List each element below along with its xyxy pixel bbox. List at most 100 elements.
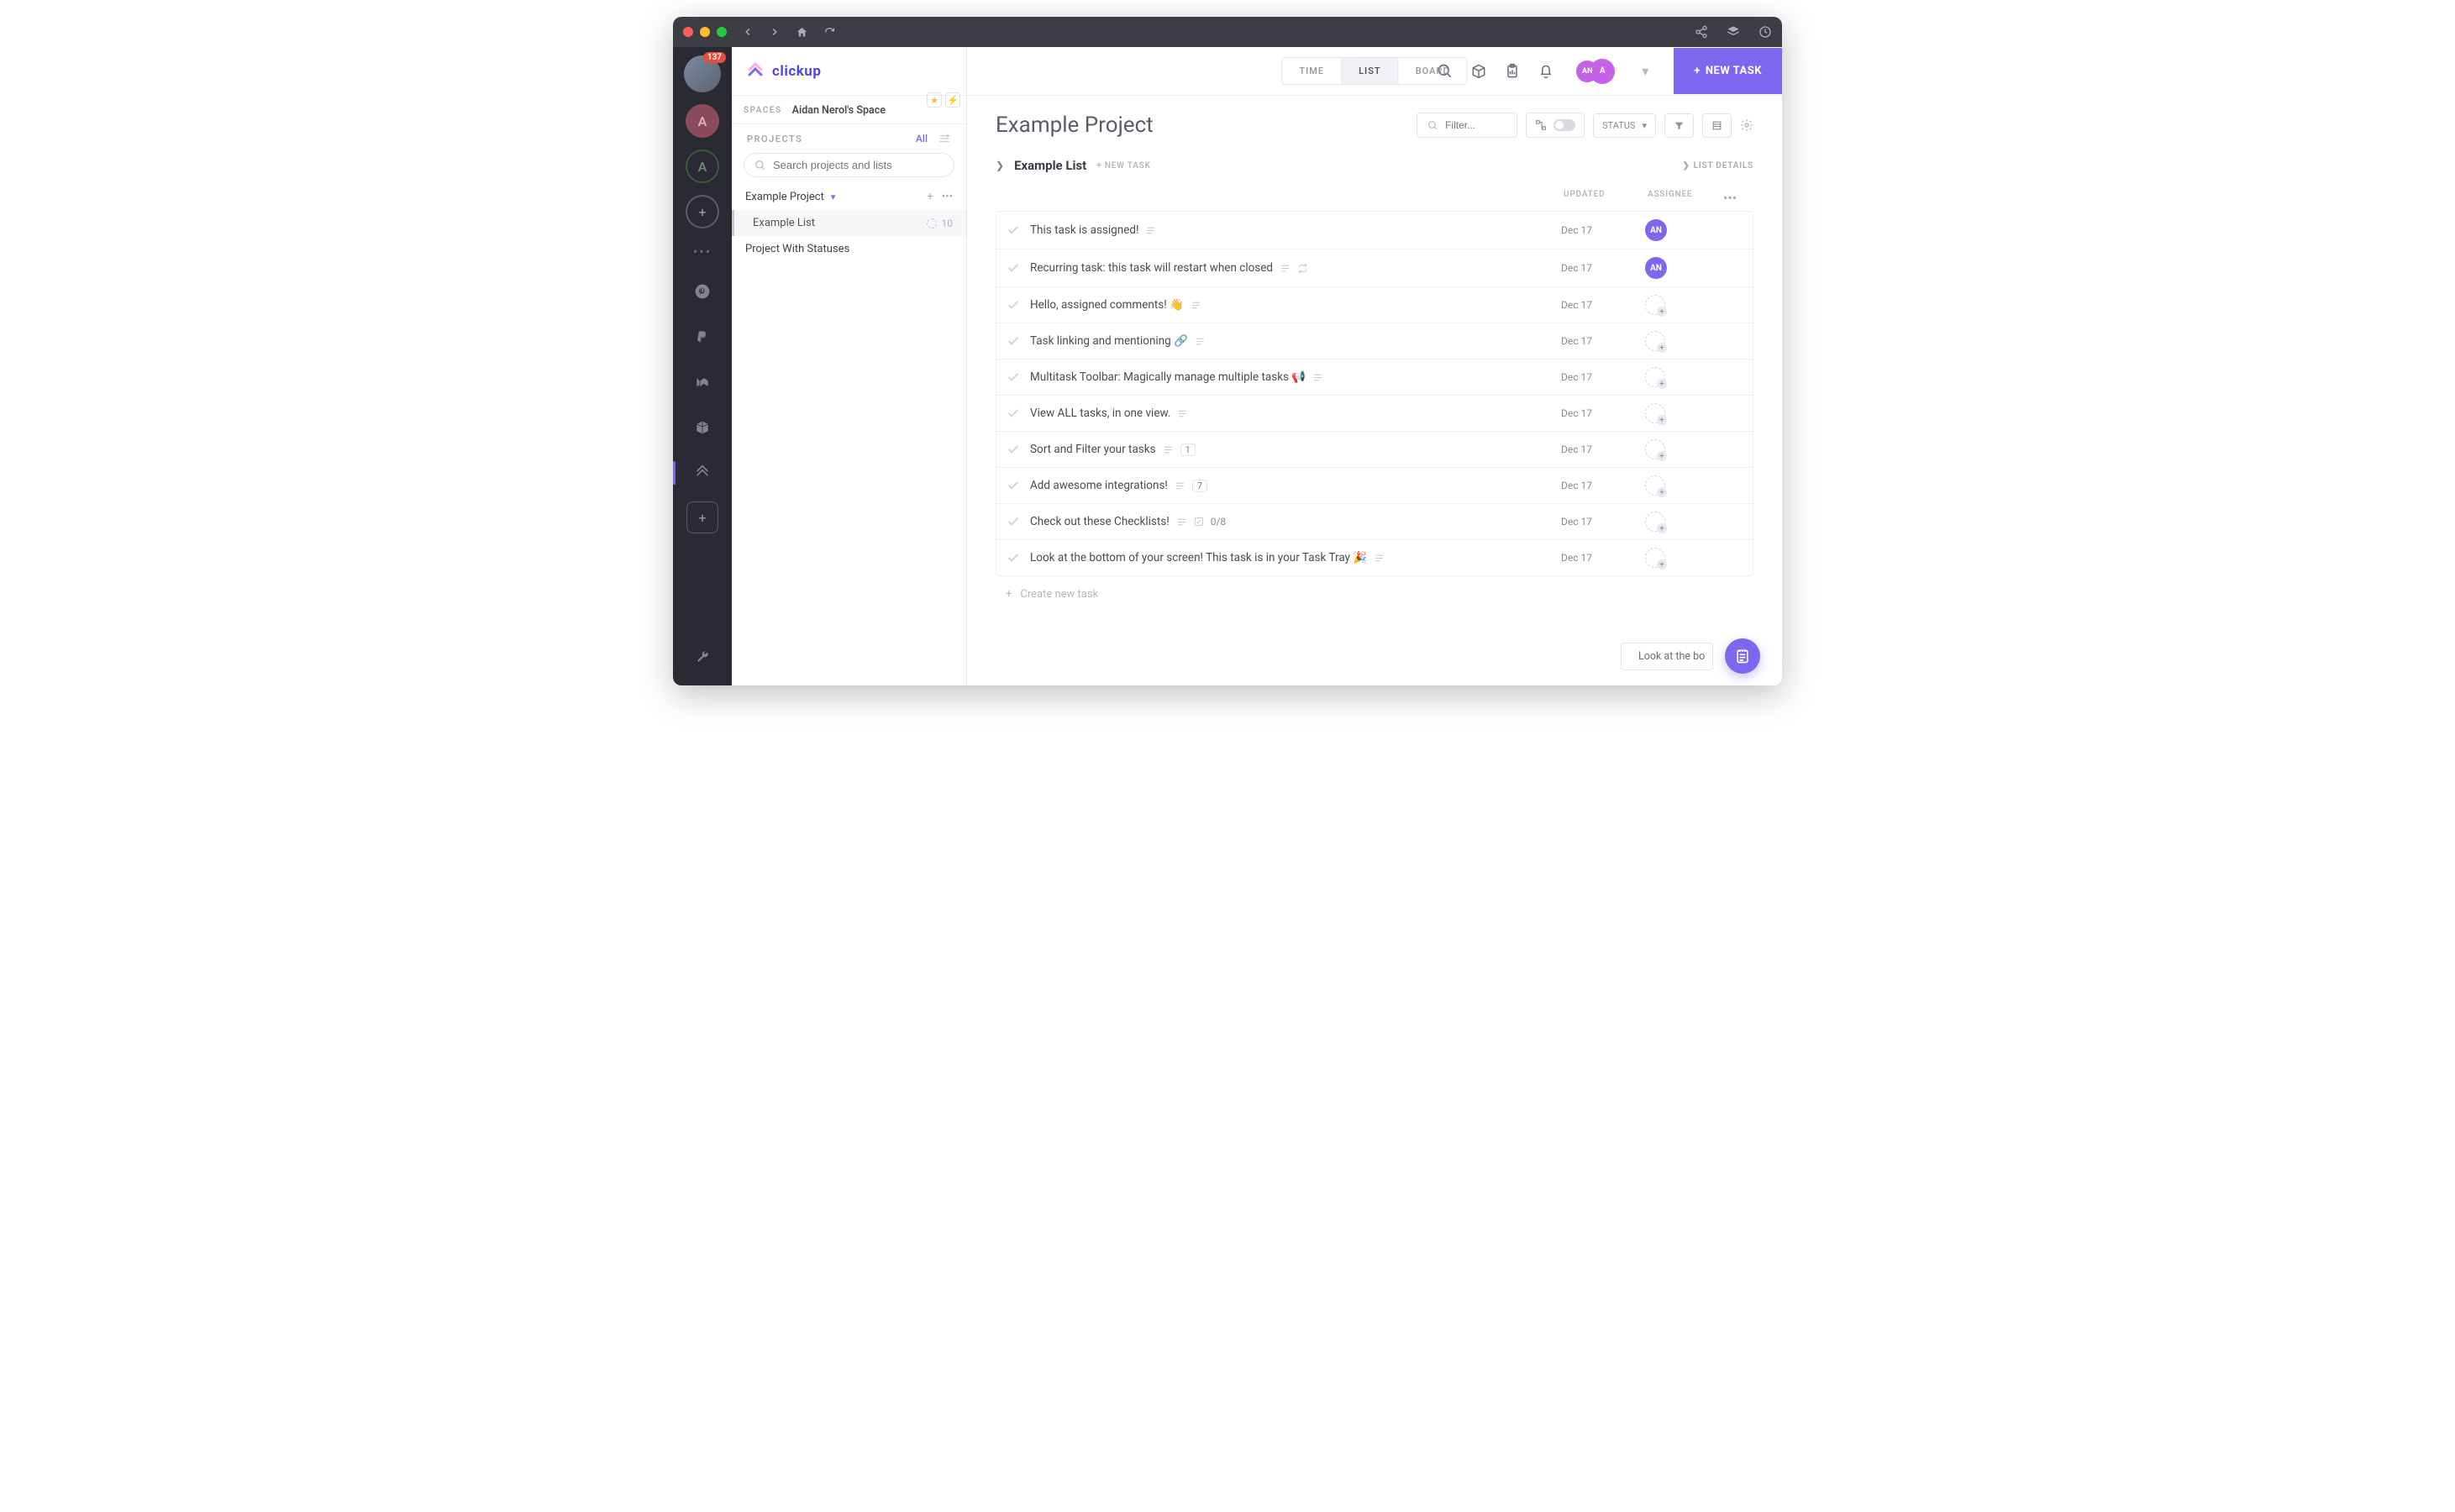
col-updated[interactable]: UPDATED — [1564, 190, 1648, 206]
new-task-inline[interactable]: + NEW TASK — [1096, 161, 1151, 171]
close-window[interactable] — [683, 27, 693, 37]
filter-input[interactable] — [1417, 113, 1517, 138]
add-list-icon[interactable]: + — [927, 191, 933, 203]
pinterest-icon[interactable] — [686, 275, 719, 308]
tab-board[interactable]: BOARD — [1399, 58, 1467, 84]
complete-check-icon[interactable] — [1007, 223, 1020, 237]
list-details-link[interactable]: ❯ LIST DETAILS — [1682, 161, 1753, 171]
refresh-icon[interactable] — [823, 26, 836, 39]
list-example[interactable]: Example List 10 — [732, 210, 966, 236]
task-row[interactable]: Check out these Checklists!0/8Dec 17 — [996, 504, 1753, 540]
maximize-window[interactable] — [717, 27, 727, 37]
tab-list[interactable]: LIST — [1342, 58, 1399, 84]
task-assignee[interactable] — [1645, 475, 1721, 496]
paypal-icon[interactable] — [686, 320, 719, 354]
add-assignee-icon[interactable] — [1645, 512, 1665, 532]
star-icon[interactable]: ★ — [927, 92, 942, 108]
col-more-icon[interactable]: ••• — [1723, 190, 1745, 206]
task-assignee[interactable]: AN — [1645, 257, 1721, 279]
clipboard-icon[interactable] — [1504, 63, 1521, 80]
complete-check-icon[interactable] — [1007, 407, 1020, 420]
complete-check-icon[interactable] — [1007, 370, 1020, 384]
task-row[interactable]: Add awesome integrations!7Dec 17 — [996, 468, 1753, 504]
task-tray-chip[interactable]: Look at the bo — [1621, 643, 1713, 670]
search-projects-field[interactable] — [773, 159, 944, 171]
clickup-rail-icon[interactable] — [686, 456, 719, 490]
filter-field[interactable] — [1445, 119, 1504, 131]
toggle-switch[interactable] — [1553, 119, 1575, 131]
clock-icon[interactable] — [1758, 25, 1772, 39]
list-name: Example List — [753, 217, 815, 229]
settings-icon[interactable] — [1740, 118, 1753, 132]
complete-check-icon[interactable] — [1007, 261, 1020, 275]
hierarchy-toggle[interactable] — [1526, 113, 1585, 138]
task-assignee[interactable]: AN — [1645, 219, 1721, 241]
complete-check-icon[interactable] — [1007, 298, 1020, 312]
complete-check-icon[interactable] — [1007, 443, 1020, 456]
add-assignee-icon[interactable] — [1645, 548, 1665, 568]
task-row[interactable]: Task linking and mentioning 🔗Dec 17 — [996, 323, 1753, 360]
add-assignee-icon[interactable] — [1645, 403, 1665, 423]
medium-icon[interactable] — [686, 365, 719, 399]
add-workspace-button[interactable]: + — [686, 195, 719, 228]
status-filter[interactable]: STATUS ▾ — [1593, 113, 1656, 138]
task-assignee[interactable] — [1645, 512, 1721, 532]
project-menu-icon[interactable]: ••• — [942, 191, 953, 203]
add-app-button[interactable]: + — [686, 501, 718, 533]
nav-forward-icon[interactable] — [769, 26, 781, 38]
notepad-fab[interactable] — [1725, 638, 1760, 674]
task-row[interactable]: Look at the bottom of your screen! This … — [996, 540, 1753, 575]
task-assignee[interactable] — [1645, 295, 1721, 315]
user-avatar[interactable]: 137 — [684, 55, 721, 92]
complete-check-icon[interactable] — [1007, 551, 1020, 564]
task-assignee[interactable] — [1645, 439, 1721, 459]
task-assignee[interactable] — [1645, 367, 1721, 387]
bolt-icon[interactable]: ⚡ — [945, 92, 960, 108]
all-link[interactable]: All — [916, 133, 928, 144]
home-icon[interactable] — [796, 26, 808, 39]
collapse-list-icon[interactable]: ❯ — [996, 160, 1004, 171]
add-assignee-icon[interactable] — [1645, 439, 1665, 459]
logo[interactable]: clickup — [732, 47, 966, 96]
add-assignee-icon[interactable] — [1645, 295, 1665, 315]
complete-check-icon[interactable] — [1007, 479, 1020, 492]
share-icon[interactable] — [1695, 25, 1708, 39]
user-menu[interactable]: AN A — [1576, 59, 1615, 84]
project-example[interactable]: Example Project ▾ + ••• — [732, 184, 966, 210]
columns-icon-button[interactable] — [1702, 113, 1732, 138]
create-task-row[interactable]: + Create new task — [996, 576, 1753, 604]
search-projects-input[interactable] — [744, 153, 954, 177]
user-caret-icon[interactable]: ▾ — [1642, 63, 1648, 79]
collapse-sidebar-icon[interactable] — [938, 133, 951, 144]
task-row[interactable]: View ALL tasks, in one view.Dec 17 — [996, 396, 1753, 432]
task-row[interactable]: Multitask Toolbar: Magically manage mult… — [996, 360, 1753, 396]
layers-icon[interactable] — [1727, 25, 1740, 39]
chevron-down-icon[interactable]: ▾ — [831, 192, 836, 202]
task-row[interactable]: Hello, assigned comments! 👋Dec 17 — [996, 287, 1753, 323]
filter-icon-button[interactable] — [1664, 113, 1694, 138]
box-icon[interactable] — [686, 411, 719, 444]
col-assignee[interactable]: ASSIGNEE — [1648, 190, 1723, 206]
wrench-icon[interactable] — [686, 640, 719, 674]
complete-check-icon[interactable] — [1007, 515, 1020, 528]
add-assignee-icon[interactable] — [1645, 331, 1665, 351]
project-statuses[interactable]: Project With Statuses — [732, 236, 966, 262]
nav-back-icon[interactable] — [742, 26, 754, 38]
minimize-window[interactable] — [700, 27, 710, 37]
task-row[interactable]: Recurring task: this task will restart w… — [996, 249, 1753, 287]
task-row[interactable]: Sort and Filter your tasks1Dec 17 — [996, 432, 1753, 468]
workspace-1[interactable]: A — [686, 104, 719, 138]
task-assignee[interactable] — [1645, 548, 1721, 568]
more-workspaces-icon[interactable]: ••• — [693, 244, 712, 260]
complete-check-icon[interactable] — [1007, 334, 1020, 348]
tab-time[interactable]: TIME — [1282, 58, 1342, 84]
cube-icon[interactable] — [1470, 63, 1487, 80]
bell-icon[interactable] — [1538, 63, 1554, 80]
new-task-button[interactable]: + NEW TASK — [1674, 48, 1782, 94]
task-row[interactable]: This task is assigned!Dec 17AN — [996, 212, 1753, 249]
add-assignee-icon[interactable] — [1645, 475, 1665, 496]
workspace-2[interactable]: A — [686, 150, 719, 183]
task-assignee[interactable] — [1645, 331, 1721, 351]
add-assignee-icon[interactable] — [1645, 367, 1665, 387]
task-assignee[interactable] — [1645, 403, 1721, 423]
